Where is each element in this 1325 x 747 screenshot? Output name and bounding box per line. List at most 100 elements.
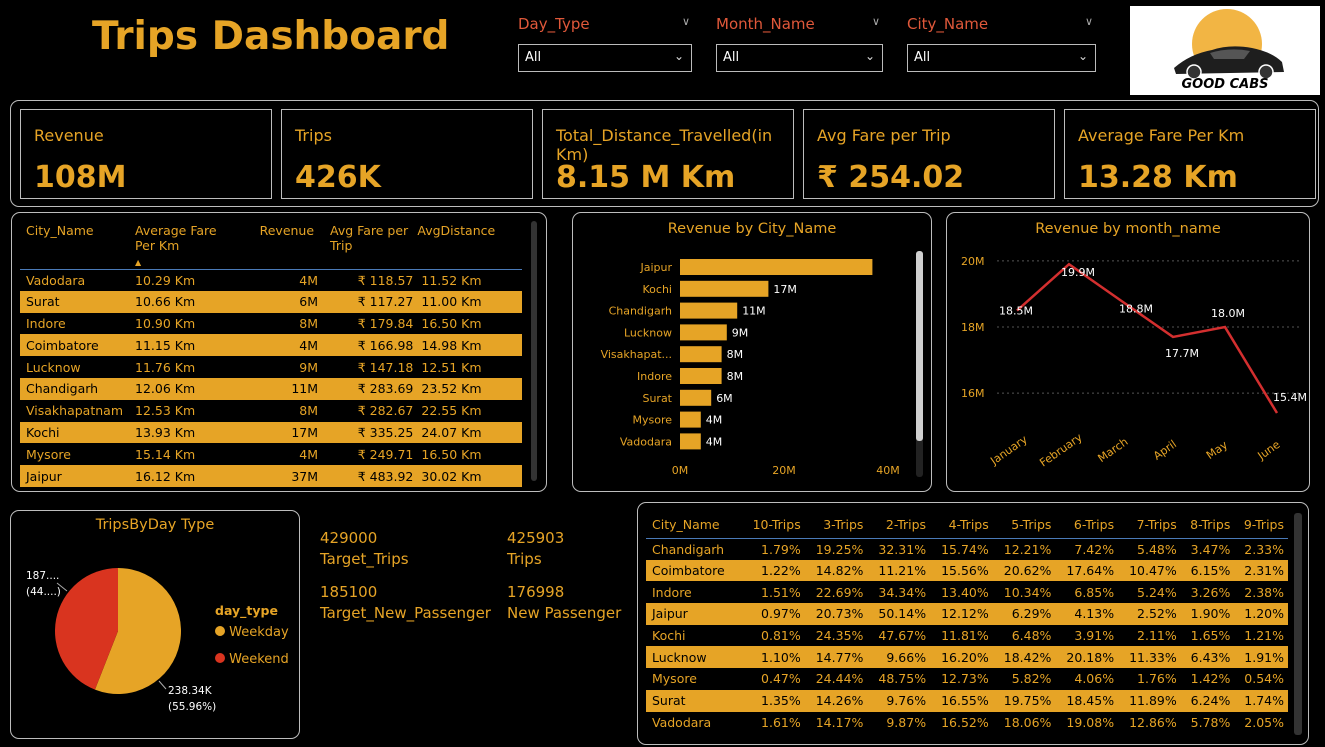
table-row[interactable]: Lucknow 11.76 Km 9M ₹ 147.18 12.51 Km [20,356,522,378]
table-row[interactable]: Chandigarh 12.06 Km 11M ₹ 283.69 23.52 Km [20,377,522,400]
table-row[interactable]: Kochi 13.93 Km 17M ₹ 335.25 24.07 Km [20,421,522,444]
table-cell: 1.20% [1234,603,1288,625]
bar[interactable] [680,280,769,297]
target-value: 176998 [507,583,565,601]
target-value: 429000 [320,529,378,547]
table-row[interactable]: Mysore 0.47% 24.44% 48.75% 12.73% 5.82% 4.06% 1… [646,668,1288,690]
slicer-dropdown[interactable]: All ⌄ [518,44,692,72]
scrollbar[interactable] [916,251,923,477]
col-header[interactable]: 3-Trips [805,511,868,538]
table-cell: 50.14% [867,603,931,625]
table-cell: ₹ 118.57 [357,272,414,288]
table-cell: 14.26% [804,689,868,712]
x-tick-label: May [1204,438,1230,462]
bar[interactable] [680,346,722,363]
table-row[interactable]: Vadodara 1.61% 14.17% 9.87% 16.52% 18.06% 19.0… [646,712,1288,734]
slicer-day-type[interactable]: Day_Type ∨ All ⌄ [518,15,693,75]
table-cell: 5.24% [1137,584,1177,600]
table-row[interactable]: Coimbatore 11.15 Km 4M ₹ 166.98 14.98 Km [20,334,522,357]
col-header[interactable]: 10-Trips [742,511,805,538]
kpi-card-distance: Total_Distance_Travelled(in Km) 8.15 M K… [542,109,794,199]
bar[interactable] [680,433,701,450]
table-row[interactable]: Chandigarh 1.79% 19.25% 32.31% 15.74% 12.21% 7… [646,538,1288,560]
legend-label: Weekend [229,652,289,667]
bar-data-label: 4M [706,435,723,448]
chevron-down-icon[interactable]: ∨ [1085,15,1093,28]
chevron-down-icon[interactable]: ∨ [682,15,690,28]
slicer-city-name[interactable]: City_Name ∨ All ⌄ [907,15,1096,75]
point-data-label: 18.5M [999,305,1033,318]
bar[interactable] [680,302,738,319]
slice-data-label: 238.34K [168,685,213,697]
table-cell: 0.81% [761,628,801,644]
col-header[interactable]: Avg Fare per Trip [318,223,417,269]
table-cell: 6.43% [1180,646,1235,669]
table-cell: 10.34% [1003,584,1052,600]
bar[interactable] [680,389,712,406]
scrollbar[interactable] [1294,513,1302,735]
table-cell: 30.02 Km [417,465,522,487]
legend-item-weekday[interactable]: Weekday [215,625,289,640]
point-data-label: 19.9M [1061,266,1095,279]
table-cell: 16.12 Km [135,465,245,487]
bar[interactable] [680,324,727,341]
bar[interactable] [680,259,873,275]
slicer-dropdown[interactable]: All ⌄ [716,44,883,72]
table-row[interactable]: Indore 1.51% 22.69% 34.34% 13.40% 10.34% 6.85%… [646,581,1288,603]
table-cell: 24.35% [815,628,864,644]
target-label: Target_Trips [320,550,409,568]
scrollbar[interactable] [530,221,538,481]
table-row[interactable]: Surat 10.66 Km 6M ₹ 117.27 11.00 Km [20,290,522,313]
col-header[interactable]: City_Name [20,223,135,269]
chevron-down-icon[interactable]: ∨ [872,15,880,28]
table-row[interactable]: Jaipur 0.97% 20.73% 50.14% 12.12% 6.29% 4.13% 2… [646,603,1288,625]
slicer-dropdown[interactable]: All ⌄ [907,44,1096,72]
table-cell: 2.31% [1234,559,1288,582]
table-row[interactable]: Lucknow 1.10% 14.77% 9.66% 16.20% 18.42% 20.18… [646,646,1288,669]
col-header[interactable]: 9-Trips [1234,511,1288,538]
col-header[interactable]: AvgDistance [417,223,522,269]
table-row[interactable]: Kochi 0.81% 24.35% 47.67% 11.81% 6.48% 3.91% 2.… [646,625,1288,647]
table-row[interactable]: Mysore 15.14 Km 4M ₹ 249.71 16.50 Km [20,443,522,465]
table-row[interactable]: Jaipur 16.12 Km 37M ₹ 483.92 30.02 Km [20,465,522,487]
table-row[interactable]: Indore 10.90 Km 8M ₹ 179.84 16.50 Km [20,313,522,335]
table-cell: Lucknow [26,359,81,375]
table-cell: 24.07 Km [417,421,522,444]
kpi-label: Trips [295,126,332,145]
trips-card: 425903 Trips [507,529,564,568]
table-cell: 12.53 Km [135,403,196,419]
col-header[interactable]: 8-Trips [1181,511,1235,538]
table-cell: 2.52% [1118,603,1181,625]
table-cell: 11.00 Km [417,290,522,313]
col-header[interactable]: City_Name [646,511,742,538]
table-cell: ₹ 147.18 [357,359,414,375]
slicer-month-name[interactable]: Month_Name ∨ All ⌄ [716,15,883,75]
table-cell: 20.18% [1055,646,1119,669]
bar[interactable] [680,368,722,384]
table-cell: 15.14 Km [135,446,196,462]
series-line[interactable] [1016,262,1279,414]
table-cell: Lucknow [646,646,742,669]
table-row[interactable]: Surat 1.35% 14.26% 9.76% 16.55% 19.75% 18.45% 1… [646,689,1288,712]
col-header[interactable]: 7-Trips [1118,511,1181,538]
col-header[interactable]: Average Fare Per Km ▲ [135,223,245,269]
table-cell: 5.82% [1011,671,1052,687]
col-header[interactable]: 6-Trips [1055,511,1118,538]
col-header[interactable]: 2-Trips [867,511,930,538]
kpi-value: 108M [34,160,127,195]
bar[interactable] [680,411,701,428]
table-cell: 0.47% [761,671,801,687]
table-row[interactable]: Coimbatore 1.22% 14.82% 11.21% 15.56% 20.62% 1… [646,559,1288,582]
table-cell: 13.93 Km [135,421,245,444]
legend-item-weekend[interactable]: Weekend [215,652,289,667]
table-row[interactable]: Visakhapatnam 12.53 Km 8M ₹ 282.67 22.55 Km [20,400,522,422]
table-cell: Indore [26,315,66,331]
chevron-down-icon: ⌄ [673,49,684,63]
col-header[interactable]: 4-Trips [930,511,993,538]
col-header[interactable]: 5-Trips [993,511,1056,538]
new-passenger-card: 176998 New Passenger [507,583,621,622]
table-row[interactable]: Vadodara 10.29 Km 4M ₹ 118.57 11.52 Km [20,269,522,291]
table-cell: 6M [244,290,319,313]
table-cell: 2.33% [1244,541,1284,557]
col-header[interactable]: Revenue [245,223,318,269]
